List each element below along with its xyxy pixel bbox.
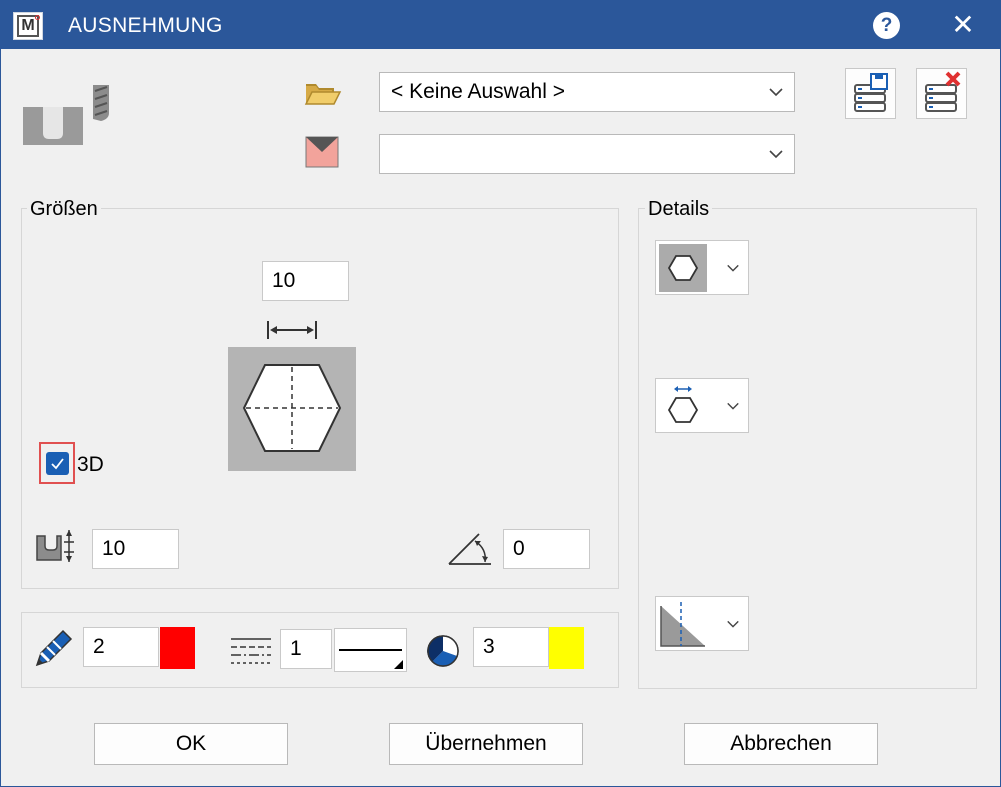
checkbox-3d-focus[interactable]	[39, 442, 75, 484]
style-combo[interactable]	[379, 134, 795, 174]
fill-input[interactable]: 3	[473, 627, 549, 667]
hexagon-preview	[228, 347, 356, 471]
chevron-down-icon	[769, 150, 783, 159]
depth-icon	[36, 530, 74, 562]
template-combo-value: < Keine Auswahl >	[391, 80, 565, 103]
template-combo[interactable]: < Keine Auswahl >	[379, 72, 795, 112]
fill-pie-icon[interactable]	[426, 634, 460, 668]
width-dimension-icon	[267, 321, 317, 339]
hexagon-shape-icon	[659, 244, 707, 292]
shape-combo[interactable]	[655, 240, 749, 295]
line-style-picker[interactable]	[334, 628, 407, 672]
save-template-button[interactable]	[845, 68, 896, 119]
checkmark-icon	[51, 458, 64, 470]
details-group-label: Details	[645, 198, 713, 221]
app-icon-dot	[35, 15, 40, 20]
chevron-down-icon	[727, 402, 739, 410]
cutout-tool-icon	[23, 85, 109, 145]
chevron-down-icon	[727, 620, 739, 628]
app-icon: M	[13, 12, 43, 40]
checkbox-3d-label: 3D	[77, 453, 104, 476]
chevron-down-icon	[727, 264, 739, 272]
edge-profile-icon	[660, 602, 705, 647]
edge-mode-combo[interactable]	[655, 596, 749, 651]
help-button[interactable]: ?	[873, 12, 900, 39]
database-save-icon	[854, 73, 888, 112]
dimension-mode-combo[interactable]	[655, 378, 749, 433]
cancel-button[interactable]: Abbrechen	[684, 723, 878, 765]
dialog-window: M AUSNEHMUNG ? ✕ < Keine Auswahl > Größe…	[0, 0, 1001, 787]
pen-icon[interactable]	[31, 629, 73, 671]
style-marker-icon[interactable]	[305, 136, 339, 168]
line-type-icon[interactable]	[229, 635, 273, 665]
fill-color-swatch[interactable]	[549, 627, 584, 669]
chevron-down-icon	[769, 88, 783, 97]
folder-open-icon[interactable]	[304, 80, 342, 106]
sizes-group-label: Größen	[27, 198, 101, 221]
hexagon-dimension-icon	[667, 386, 699, 423]
angle-icon	[448, 533, 491, 565]
line-sample-icon	[339, 649, 403, 669]
apply-button[interactable]: Übernehmen	[389, 723, 583, 765]
angle-input[interactable]: 0	[503, 529, 590, 569]
delete-template-button[interactable]	[916, 68, 967, 119]
line-type-input[interactable]: 1	[280, 629, 332, 669]
close-button[interactable]: ✕	[947, 9, 979, 41]
window-title: AUSNEHMUNG	[68, 14, 223, 37]
pen-input[interactable]: 2	[83, 627, 159, 667]
pen-color-swatch[interactable]	[160, 627, 195, 669]
title-bar[interactable]: M AUSNEHMUNG ? ✕	[1, 1, 1000, 49]
width-input[interactable]: 10	[262, 261, 349, 301]
checkbox-3d[interactable]	[46, 452, 69, 475]
ok-button[interactable]: OK	[94, 723, 288, 765]
database-delete-icon	[925, 71, 961, 112]
depth-input[interactable]: 10	[92, 529, 179, 569]
